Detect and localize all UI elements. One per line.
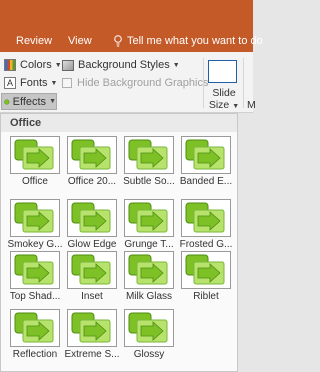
effect-thumbnail <box>10 199 60 237</box>
effect-item[interactable]: Office 20... <box>64 136 120 187</box>
effect-label: Banded E... <box>179 176 233 187</box>
effect-item[interactable]: Milk Glass <box>121 251 177 302</box>
effect-item[interactable]: Riblet <box>178 251 234 302</box>
effect-label: Grunge T... <box>124 239 174 250</box>
effect-item[interactable]: Glow Edge <box>64 199 120 250</box>
effect-item[interactable]: Office <box>7 136 63 187</box>
colors-label: Colors <box>20 59 52 71</box>
effect-label: Glossy <box>133 349 165 360</box>
chevron-down-icon: ▼ <box>50 79 58 87</box>
effect-thumbnail <box>67 309 117 347</box>
fonts-label: Fonts <box>20 77 48 89</box>
hide-background-graphics-checkbox[interactable]: Hide Background Graphics <box>62 77 208 89</box>
chevron-down-icon: ▼ <box>54 61 62 69</box>
effect-label: Glow Edge <box>67 239 117 250</box>
ribbon-separator <box>203 58 204 108</box>
effect-label: Extreme S... <box>64 349 120 360</box>
effect-thumbnail <box>124 309 174 347</box>
background-styles-dropdown[interactable]: Background Styles ▼ <box>62 59 180 71</box>
effect-thumbnail <box>67 136 117 174</box>
hide-background-graphics-label: Hide Background Graphics <box>77 77 209 89</box>
tell-me-search[interactable]: Tell me what you want to do <box>113 35 263 47</box>
effect-thumbnail <box>124 251 174 289</box>
effect-label: Inset <box>81 291 103 302</box>
effect-thumbnail <box>67 251 117 289</box>
ribbon-tab-bar: Review View Tell me what you want to do <box>0 0 263 52</box>
slide-size-label-line1: Slide <box>212 87 236 99</box>
tab-review[interactable]: Review <box>16 35 52 47</box>
effect-item[interactable]: Reflection <box>7 309 63 360</box>
effect-thumbnail <box>67 199 117 237</box>
effects-icon <box>4 98 10 105</box>
effect-thumbnail <box>181 136 231 174</box>
effect-thumbnail <box>181 251 231 289</box>
effect-item[interactable]: Grunge T... <box>121 199 177 250</box>
effect-item[interactable]: Inset <box>64 251 120 302</box>
effect-item[interactable]: Banded E... <box>178 136 234 187</box>
ribbon-separator <box>243 58 244 108</box>
colors-dropdown[interactable]: Colors ▼ <box>4 59 62 71</box>
slide-size-icon[interactable] <box>208 60 237 83</box>
effect-thumbnail <box>10 251 60 289</box>
effect-label: Office <box>22 176 48 187</box>
chevron-down-icon: ▼ <box>49 98 56 105</box>
tell-me-text: Tell me what you want to do <box>127 35 263 47</box>
effect-label: Subtle So... <box>123 176 175 187</box>
effect-item[interactable]: Subtle So... <box>121 136 177 187</box>
partial-group-label: M <box>247 99 256 111</box>
gallery-section-title: Office <box>1 114 237 132</box>
effect-item[interactable]: Frosted G... <box>178 199 234 250</box>
slide-size-label-line2: Size ▼ <box>208 99 240 111</box>
fonts-icon: A <box>4 77 16 89</box>
effect-item[interactable]: Extreme S... <box>64 309 120 360</box>
effect-thumbnail <box>10 136 60 174</box>
effect-thumbnail <box>124 199 174 237</box>
effect-label: Smokey G... <box>7 239 63 250</box>
effects-gallery: Office Office Office 20... Subtle So... Ban… <box>0 113 238 372</box>
effect-thumbnail <box>181 199 231 237</box>
effect-label: Frosted G... <box>179 239 233 250</box>
effect-thumbnail <box>10 309 60 347</box>
slide-size-button[interactable]: Slide Size ▼ <box>206 87 242 113</box>
lightbulb-icon <box>114 35 122 47</box>
chevron-down-icon: ▼ <box>172 61 180 69</box>
effect-label: Riblet <box>193 291 219 302</box>
effect-label: Office 20... <box>67 176 117 187</box>
effect-label: Top Shad... <box>9 291 61 302</box>
checkbox-icon <box>62 78 72 88</box>
effect-label: Reflection <box>12 349 58 360</box>
background-styles-icon <box>62 59 74 71</box>
fonts-dropdown[interactable]: A Fonts ▼ <box>4 77 57 89</box>
effects-label: Effects <box>12 95 47 108</box>
effects-dropdown[interactable]: Effects ▼ <box>1 93 57 110</box>
background-styles-label: Background Styles <box>78 59 170 71</box>
effect-label: Milk Glass <box>125 291 173 302</box>
effect-item[interactable]: Top Shad... <box>7 251 63 302</box>
colors-icon <box>4 59 16 71</box>
gallery-scrollbar[interactable] <box>238 113 253 372</box>
effect-thumbnail <box>124 136 174 174</box>
effect-item[interactable]: Smokey G... <box>7 199 63 250</box>
effect-item[interactable]: Glossy <box>121 309 177 360</box>
tab-view[interactable]: View <box>68 35 92 47</box>
